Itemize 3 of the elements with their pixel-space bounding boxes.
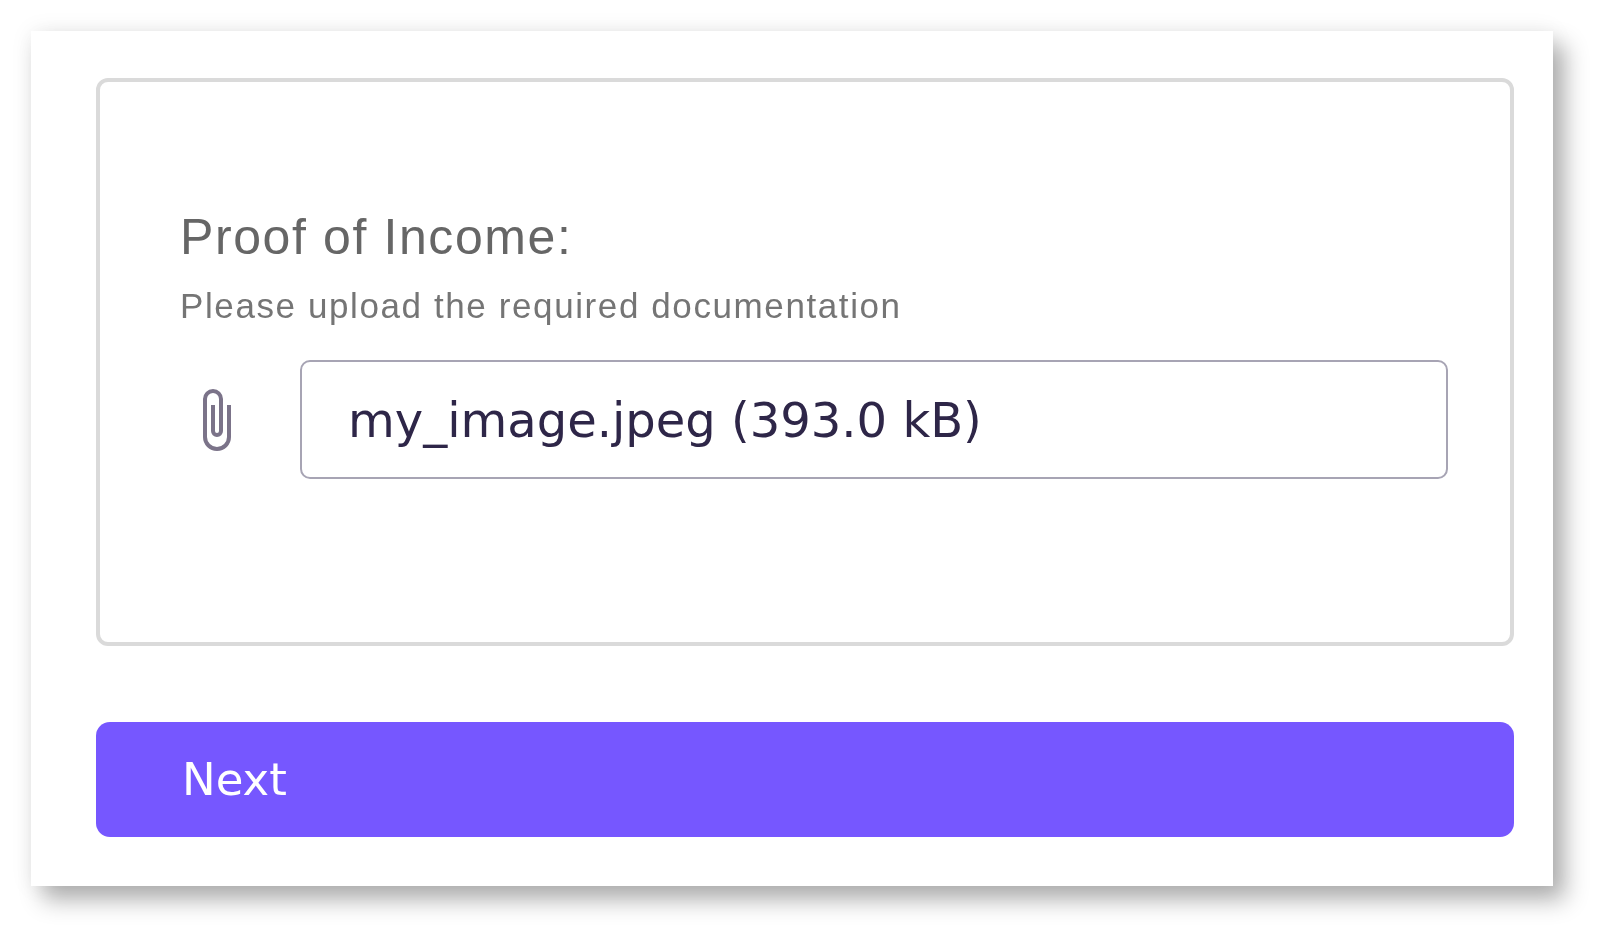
section-title: Proof of Income: — [180, 212, 573, 262]
next-button[interactable]: Next — [96, 722, 1514, 837]
instruction-text: Please upload the required documentation — [180, 288, 902, 323]
